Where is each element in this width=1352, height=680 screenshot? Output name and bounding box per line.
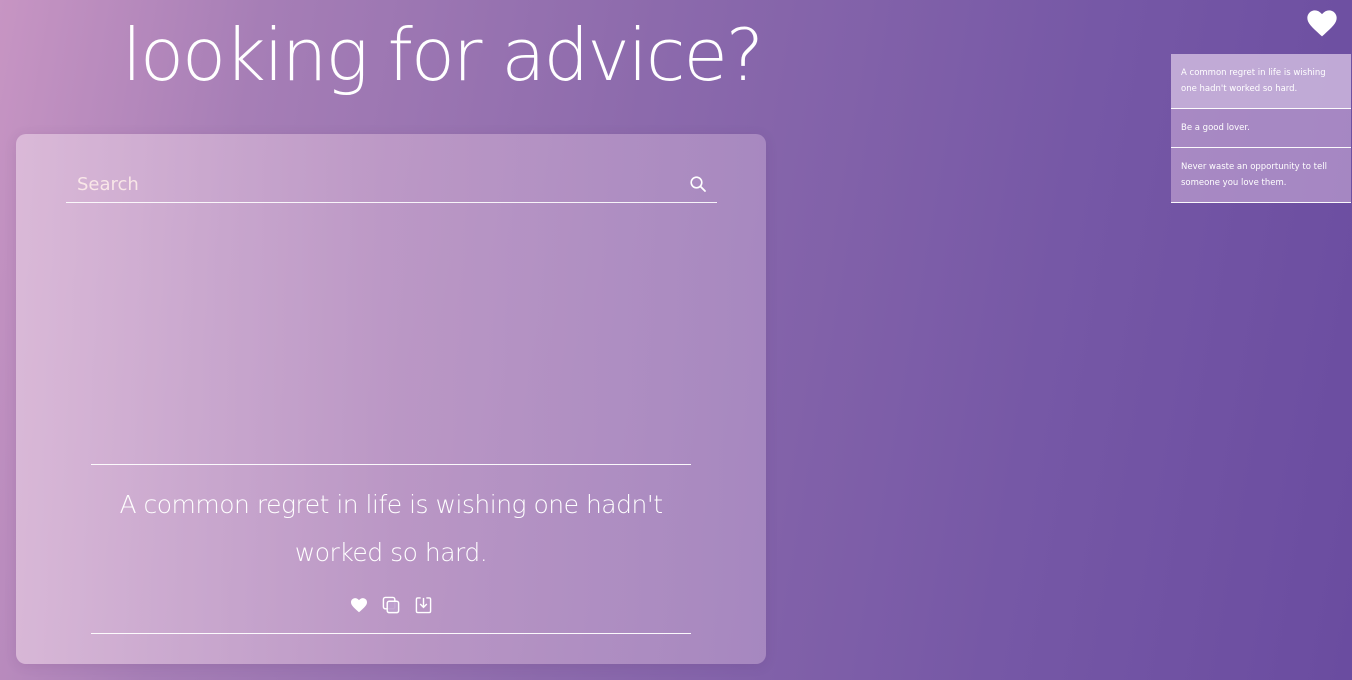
advice-display: A common regret in life is wishing one h…: [91, 464, 691, 634]
copy-icon: [382, 596, 399, 613]
page-title: looking for advice?: [122, 13, 764, 97]
advice-actions: [91, 595, 691, 615]
favorite-item[interactable]: Never waste an opportunity to tell someo…: [1171, 148, 1351, 203]
favorite-item[interactable]: A common regret in life is wishing one h…: [1171, 54, 1351, 109]
search-bar: [66, 168, 717, 203]
favorite-item[interactable]: Be a good lover.: [1171, 109, 1351, 148]
download-icon: [415, 597, 431, 614]
copy-button[interactable]: [381, 595, 401, 615]
advice-text: A common regret in life is wishing one h…: [119, 490, 663, 567]
favorites-toggle-button[interactable]: [1306, 8, 1338, 38]
download-button[interactable]: [413, 595, 433, 615]
heart-icon: [351, 598, 367, 613]
favorite-button[interactable]: [349, 595, 369, 615]
heart-icon: [1307, 10, 1337, 37]
favorites-list: A common regret in life is wishing one h…: [1171, 54, 1351, 203]
search-icon[interactable]: [689, 175, 707, 193]
search-input[interactable]: [66, 168, 677, 200]
advice-card: A common regret in life is wishing one h…: [16, 134, 766, 664]
